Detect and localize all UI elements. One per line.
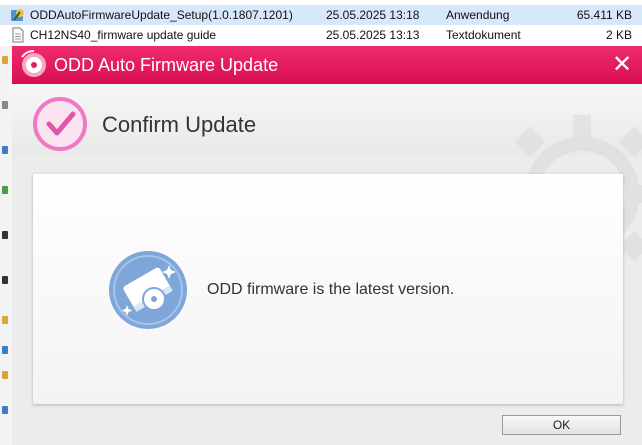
file-date: 25.05.2025 13:18 [326,8,420,22]
file-type: Anwendung [446,8,510,22]
firmware-update-dialog: ODD Auto Firmware Update ✕ Confirm Updat… [12,46,642,445]
file-type: Textdokument [446,28,521,42]
header-title: Confirm Update [102,112,257,137]
close-button[interactable]: ✕ [608,51,636,79]
file-size: 65.411 KB [576,8,632,22]
file-size: 2 KB [605,28,632,42]
explorer-left-strip [0,46,12,445]
optical-drive-icon [109,251,187,329]
status-message: ODD firmware is the latest version. [207,281,455,298]
checkmark-circle-icon [33,97,87,151]
message-panel: ODD firmware is the latest version. [33,174,623,404]
setup-app-icon [11,9,24,21]
text-document-icon [12,27,24,43]
ok-button[interactable]: OK [502,415,621,435]
file-name: CH12NS40_firmware update guide [30,28,217,42]
dialog-titlebar[interactable]: ODD Auto Firmware Update ✕ [12,46,642,84]
close-icon: ✕ [611,51,633,78]
disc-logo-icon [21,50,46,77]
dialog-title: ODD Auto Firmware Update [54,55,279,75]
file-row-guide[interactable]: CH12NS40_firmware update guide 25.05.202… [0,25,642,45]
file-row-setup[interactable]: ODDAutoFirmwareUpdate_Setup(1.0.1807.120… [0,5,642,25]
file-name: ODDAutoFirmwareUpdate_Setup(1.0.1807.120… [30,8,293,22]
file-date: 25.05.2025 13:13 [326,28,420,42]
